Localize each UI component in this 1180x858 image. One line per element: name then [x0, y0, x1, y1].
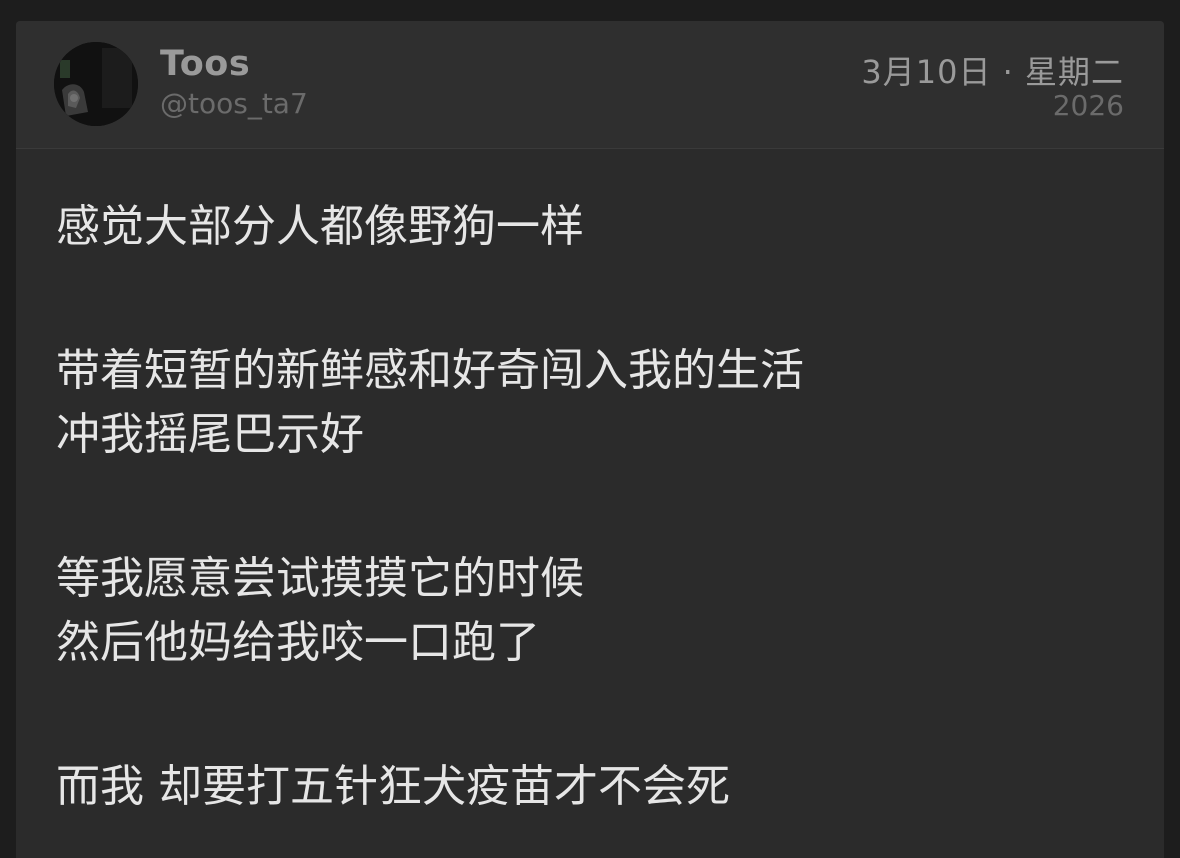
- post-year: 2026: [1052, 89, 1124, 122]
- avatar[interactable]: [54, 42, 138, 126]
- post-card: Toos @toos_ta7 3月10日 · 星期二 2026 感觉大部分人都像…: [16, 21, 1164, 858]
- post-line: 带着短暂的新鲜感和好奇闯入我的生活: [56, 345, 804, 396]
- post-body: 感觉大部分人都像野狗一样 带着短暂的新鲜感和好奇闯入我的生活 冲我摇尾巴示好 等…: [56, 195, 1136, 819]
- post-header: Toos @toos_ta7 3月10日 · 星期二 2026: [16, 21, 1164, 149]
- author-handle[interactable]: @toos_ta7: [160, 87, 308, 120]
- post-line: 然后他妈给我咬一口跑了: [56, 617, 540, 668]
- post-line: 感觉大部分人都像野狗一样: [56, 201, 584, 252]
- post-line: 等我愿意尝试摸摸它的时候: [56, 553, 584, 604]
- post-line: 而我 却要打五针狂犬疫苗才不会死: [56, 761, 730, 812]
- avatar-photo-icon: [54, 42, 138, 126]
- post-date: 3月10日 · 星期二: [861, 53, 1124, 91]
- author-display-name[interactable]: Toos: [160, 44, 250, 84]
- post-line: 冲我摇尾巴示好: [56, 409, 364, 460]
